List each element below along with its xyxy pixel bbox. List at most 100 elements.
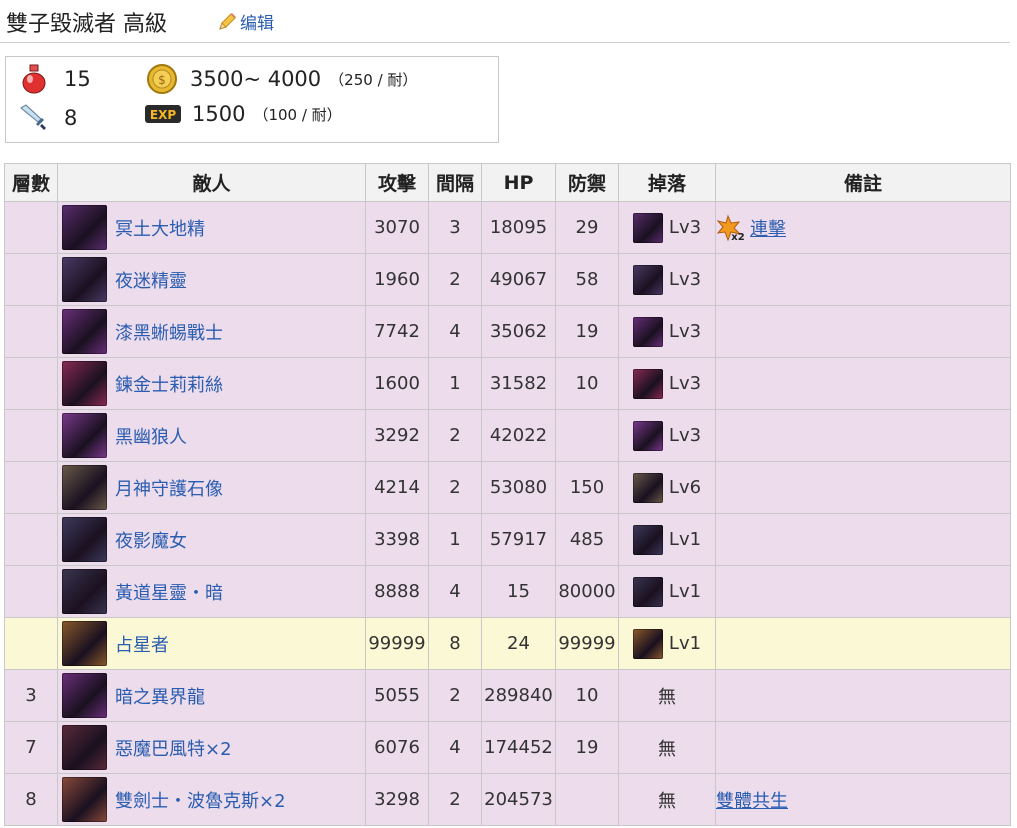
- enemy-portrait[interactable]: [62, 517, 107, 562]
- header-floor: 層數: [4, 163, 58, 202]
- pencil-icon: [219, 12, 236, 30]
- attack-cell: 99999: [365, 617, 429, 670]
- interval-cell: 2: [428, 409, 482, 462]
- drop-value: Lv3: [668, 321, 702, 342]
- hp-cell: 24: [481, 617, 556, 670]
- enemy-portrait[interactable]: [62, 205, 107, 250]
- interval-cell: 1: [428, 357, 482, 410]
- enemy-name-link[interactable]: 惡魔巴風特×2: [115, 735, 232, 761]
- drop-card-icon[interactable]: [632, 420, 663, 451]
- floor-cell: [4, 253, 58, 306]
- edit-link[interactable]: 编辑: [216, 9, 274, 34]
- drop-card-icon[interactable]: [632, 628, 663, 659]
- note-cell: [715, 617, 1011, 670]
- enemy-name-link[interactable]: 月神守護石像: [115, 475, 223, 501]
- combo-x2-icon: x2: [716, 214, 745, 242]
- drop-card-icon[interactable]: [632, 368, 663, 399]
- drop-cell: Lv3: [618, 253, 716, 306]
- attack-cell: 6076: [365, 721, 429, 774]
- interval-cell: 2: [428, 253, 482, 306]
- enemy-portrait[interactable]: [62, 777, 107, 822]
- coin-reward: $ 3500~ 4000 （250 / 耐）: [146, 63, 417, 95]
- drop-card-icon[interactable]: [632, 212, 663, 243]
- enemy-portrait[interactable]: [62, 413, 107, 458]
- coin-icon: $: [147, 64, 177, 94]
- drop-cell: Lv3: [618, 305, 716, 358]
- note-cell: [715, 669, 1011, 722]
- note-cell: [715, 253, 1011, 306]
- floor-cell: [4, 201, 58, 254]
- table-row: 夜影魔女 3398 1 57917 485 Lv1: [4, 513, 1011, 566]
- exp-reward: EXP 1500 （100 / 耐）: [144, 102, 342, 126]
- enemy-portrait[interactable]: [62, 569, 107, 614]
- defense-cell: 19: [555, 305, 619, 358]
- enemy-name-link[interactable]: 雙劍士・波魯克斯×2: [115, 787, 286, 813]
- floor-cell: [4, 461, 58, 514]
- hp-cell: 289840: [481, 669, 556, 722]
- floor-cell: [4, 617, 58, 670]
- enemy-name-link[interactable]: 冥土大地精: [115, 215, 205, 241]
- hp-cell: 53080: [481, 461, 556, 514]
- enemy-name-link[interactable]: 黑幽狼人: [115, 423, 187, 449]
- hp-cell: 42022: [481, 409, 556, 462]
- defense-cell: 150: [555, 461, 619, 514]
- rounds-value: 8: [64, 106, 78, 130]
- note-cell: [715, 565, 1011, 618]
- enemy-name-link[interactable]: 黃道星靈・暗: [115, 579, 223, 605]
- floor-cell: [4, 305, 58, 358]
- defense-cell: 29: [555, 201, 619, 254]
- drop-card-icon[interactable]: [632, 576, 663, 607]
- attack-cell: 7742: [365, 305, 429, 358]
- enemy-portrait[interactable]: [62, 465, 107, 510]
- potion-icon: [22, 64, 46, 94]
- drop-card-icon[interactable]: [632, 472, 663, 503]
- drop-cell: Lv3: [618, 357, 716, 410]
- hp-cell: 204573: [481, 773, 556, 826]
- enemy-portrait[interactable]: [62, 309, 107, 354]
- note-link[interactable]: 雙體共生: [717, 787, 789, 813]
- table-row: 8 雙劍士・波魯克斯×2 3298 2 204573 無 雙體共生: [4, 773, 1011, 826]
- enemy-cell: 雙劍士・波魯克斯×2: [57, 773, 366, 826]
- drop-card-icon[interactable]: [632, 524, 663, 555]
- enemy-cell: 鍊金士莉莉絲: [57, 357, 366, 410]
- enemy-portrait[interactable]: [62, 673, 107, 718]
- enemy-portrait[interactable]: [62, 725, 107, 770]
- enemy-name-link[interactable]: 夜影魔女: [115, 527, 187, 553]
- enemy-name-link[interactable]: 占星者: [115, 631, 169, 657]
- interval-cell: 1: [428, 513, 482, 566]
- enemy-portrait[interactable]: [62, 257, 107, 302]
- attack-cell: 3070: [365, 201, 429, 254]
- enemy-portrait[interactable]: [62, 361, 107, 406]
- enemy-cell: 黑幽狼人: [57, 409, 366, 462]
- coin-value: 3500~ 4000: [190, 67, 322, 91]
- interval-cell: 2: [428, 669, 482, 722]
- coin-note: （250 / 耐）: [329, 70, 418, 89]
- edit-label: 编辑: [240, 14, 274, 34]
- enemy-name-link[interactable]: 暗之異界龍: [115, 683, 205, 709]
- enemy-portrait[interactable]: [62, 621, 107, 666]
- table-header-row: 層數 敵人 攻擊 間隔 HP 防禦 掉落 備註: [4, 163, 1011, 202]
- table-row: 月神守護石像 4214 2 53080 150 Lv6: [4, 461, 1011, 514]
- floor-cell: 8: [4, 773, 58, 826]
- stamina-value: 15: [64, 67, 91, 91]
- floor-cell: [4, 513, 58, 566]
- defense-cell: [555, 773, 619, 826]
- drop-card-icon[interactable]: [632, 264, 663, 295]
- note-cell: [715, 305, 1011, 358]
- note-cell: [715, 461, 1011, 514]
- drop-cell: Lv1: [618, 513, 716, 566]
- drop-cell: Lv6: [618, 461, 716, 514]
- enemy-name-link[interactable]: 夜迷精靈: [115, 267, 187, 293]
- note-link[interactable]: 連擊: [750, 215, 786, 241]
- hp-cell: 57917: [481, 513, 556, 566]
- note-cell: x2 連擊: [715, 201, 1011, 254]
- enemy-name-link[interactable]: 鍊金士莉莉絲: [115, 371, 223, 397]
- interval-cell: 3: [428, 201, 482, 254]
- enemy-name-link[interactable]: 漆黑蜥蜴戰士: [115, 319, 223, 345]
- enemy-cell: 冥土大地精: [57, 201, 366, 254]
- note-cell: [715, 409, 1011, 462]
- table-row: 夜迷精靈 1960 2 49067 58 Lv3: [4, 253, 1011, 306]
- drop-value: Lv3: [668, 373, 702, 394]
- attack-cell: 8888: [365, 565, 429, 618]
- drop-card-icon[interactable]: [632, 316, 663, 347]
